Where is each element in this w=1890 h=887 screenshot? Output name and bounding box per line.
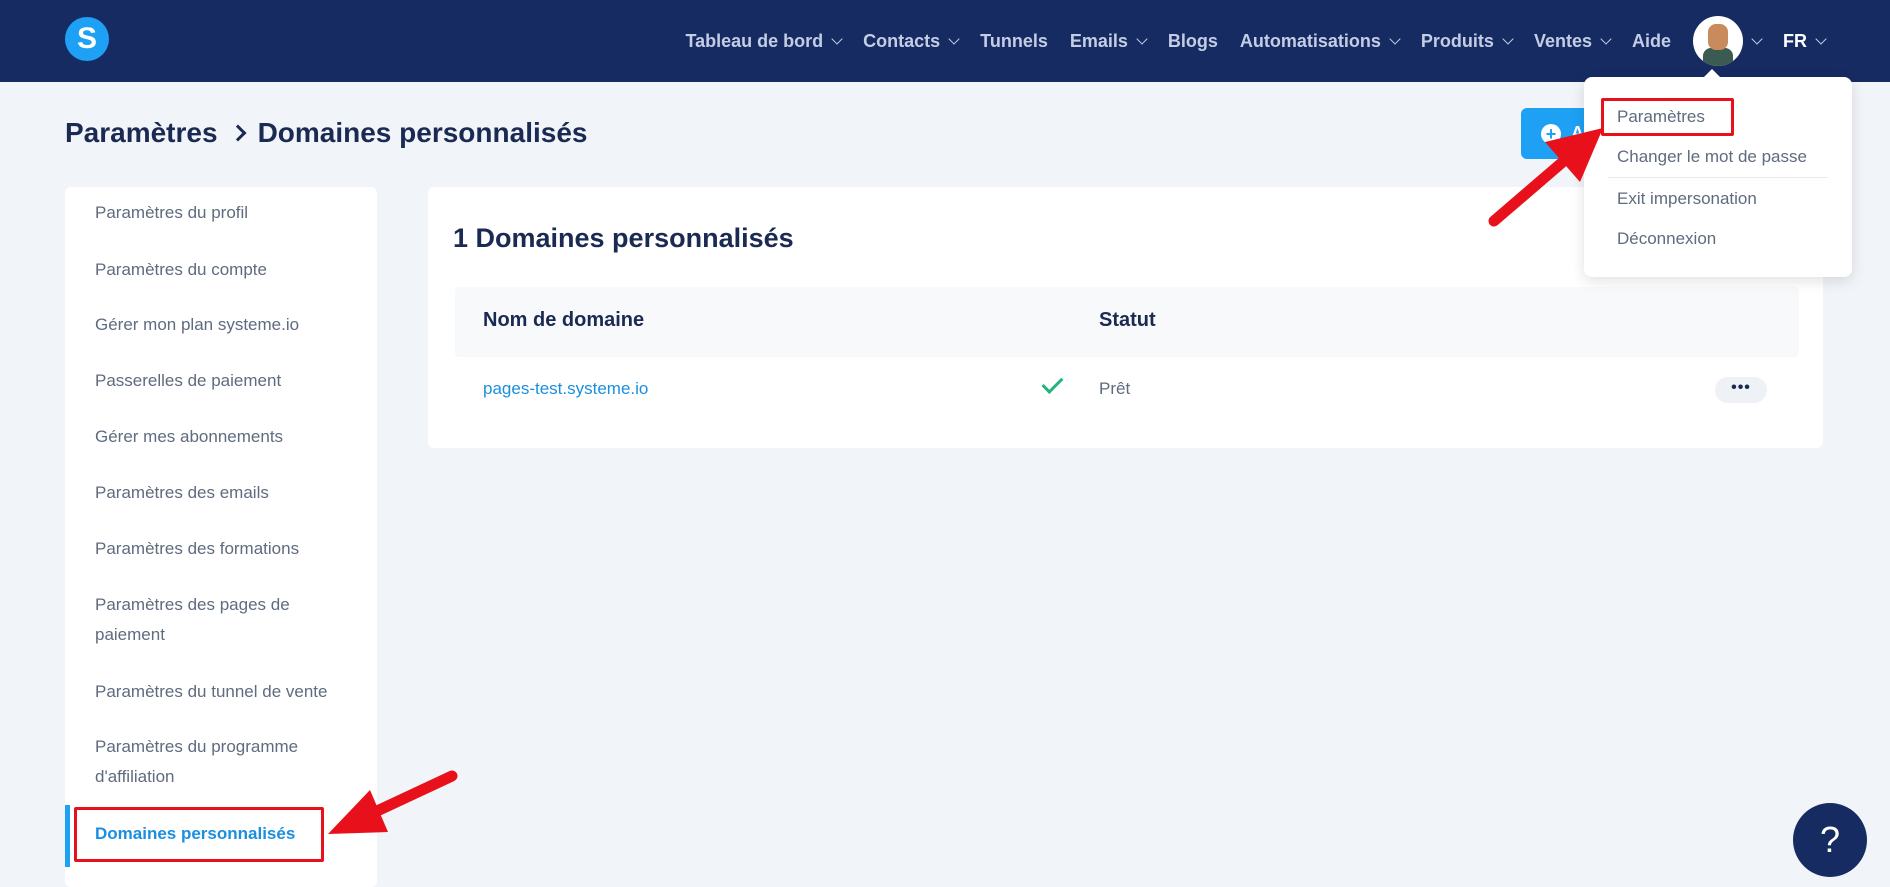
help-button[interactable]: ? <box>1793 803 1867 877</box>
annotation-arrows <box>328 128 1603 834</box>
arrow-icon <box>328 770 458 834</box>
arrow-icon <box>1488 128 1603 227</box>
